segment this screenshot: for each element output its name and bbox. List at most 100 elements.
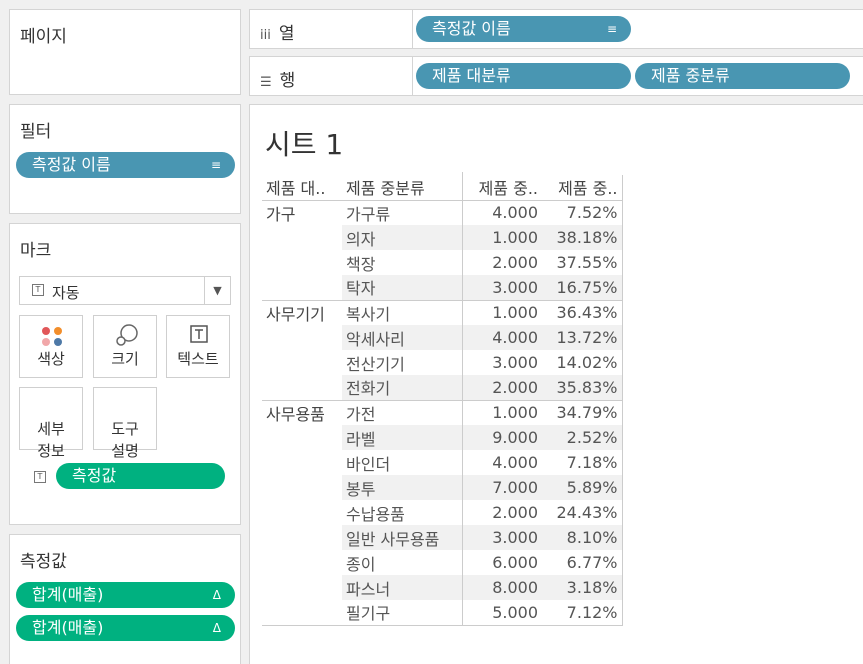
filter-pill-label: 측정값 이름	[32, 155, 111, 174]
text-encoding-icon: T	[34, 471, 46, 483]
subcategory-cell: 책장	[342, 250, 463, 275]
value-cell: 2.000	[492, 253, 538, 272]
delta-icon: Δ	[212, 621, 221, 635]
category-cell-empty	[262, 325, 342, 350]
color-button[interactable]: 색상	[19, 315, 83, 378]
sort-icon: ≡	[606, 22, 617, 36]
subcategory-cell: 라벨	[342, 425, 463, 450]
percent-cell: 37.55%	[542, 250, 623, 275]
value-cell: 2.000	[492, 503, 538, 522]
value-cell: 6.000	[492, 553, 538, 572]
column-header[interactable]: 제품 대..	[262, 175, 342, 201]
column-header[interactable]: 제품 중..	[462, 175, 542, 201]
category-cell-empty	[262, 600, 342, 626]
rows-shelf[interactable]: ☰ 행 제품 대분류 제품 중분류	[249, 56, 863, 96]
chevron-down-icon: ▼	[204, 277, 230, 304]
rows-pill-label: 제품 중분류	[651, 66, 730, 85]
table-row[interactable]: 탁자 3.000 16.75%	[262, 275, 623, 300]
value-cell: 8.000	[462, 575, 542, 600]
column-header[interactable]: 제품 중분류	[342, 175, 463, 201]
subcategory-cell: 바인더	[342, 450, 463, 475]
measure-pill-sum-sales-2[interactable]: 합계(매출) Δ	[16, 615, 235, 641]
value-cell: 1.000	[462, 399, 542, 425]
category-cell-empty	[262, 250, 342, 275]
columns-pill-label: 측정값 이름	[432, 19, 511, 38]
text-button[interactable]: 텍스트	[166, 315, 230, 378]
subcategory-cell: 의자	[342, 225, 463, 250]
table-row[interactable]: 가구 가구류 4.000 7.52%	[262, 200, 623, 225]
text-mark-icon: T	[32, 284, 44, 296]
color-button-label: 색상	[37, 350, 65, 368]
subcategory-cell: 가구류	[342, 200, 463, 225]
category-cell-empty	[262, 425, 342, 450]
columns-shelf[interactable]: iii 열 측정값 이름 ≡	[249, 9, 863, 49]
marks-pill-label: 측정값	[72, 466, 117, 485]
rows-pill-subcategory[interactable]: 제품 중분류	[635, 63, 850, 89]
marks-pill-measure-values[interactable]: 측정값	[56, 463, 225, 489]
percent-cell: 8.10%	[542, 525, 623, 550]
filter-pill-measure-names[interactable]: 측정값 이름 ≡	[16, 152, 235, 178]
pages-panel[interactable]: 페이지	[9, 9, 241, 95]
table-row[interactable]: 봉투 7.000 5.89%	[262, 475, 623, 500]
subcategory-cell: 복사기	[342, 299, 463, 325]
percent-cell: 7.18%	[542, 450, 623, 475]
tooltip-button[interactable]: 도구 설명	[93, 387, 157, 460]
color-icon	[42, 327, 62, 346]
table-row[interactable]: 일반 사무용품 3.000 8.10%	[262, 525, 623, 550]
table-row[interactable]: 사무용품 가전 1.000 34.79%	[262, 399, 623, 425]
percent-cell: 35.83%	[542, 375, 623, 400]
measure-pill-label: 합계(매출)	[32, 585, 104, 604]
subcategory-cell: 가전	[342, 399, 463, 425]
columns-icon: iii	[260, 28, 271, 43]
table-row[interactable]: 수납용품 2.000 24.43%	[262, 500, 623, 525]
measure-pill-sum-sales-1[interactable]: 합계(매출) Δ	[16, 582, 235, 608]
percent-cell: 38.18%	[542, 225, 623, 250]
table-row[interactable]: 사무기기 복사기 1.000 36.43%	[262, 299, 623, 325]
pages-title: 페이지	[20, 27, 67, 47]
value-cell: 4.000	[492, 203, 538, 223]
percent-cell: 7.12%	[542, 600, 623, 626]
detail-button[interactable]: 세부 정보	[19, 387, 83, 460]
marks-title: 마크	[20, 241, 52, 261]
columns-label: 열	[278, 24, 295, 44]
subcategory-cell: 전화기	[342, 375, 463, 400]
rows-pill-category[interactable]: 제품 대분류	[416, 63, 631, 89]
table-row[interactable]: 전화기 2.000 35.83%	[262, 375, 623, 400]
percent-cell: 16.75%	[542, 275, 623, 300]
column-header[interactable]: 제품 중..	[542, 175, 623, 201]
category-cell: 가구	[266, 204, 296, 224]
table-row[interactable]: 의자 1.000 38.18%	[262, 225, 623, 250]
table-row[interactable]: 전산기기 3.000 14.02%	[262, 350, 623, 375]
measure-pill-label: 합계(매출)	[32, 618, 104, 637]
size-button[interactable]: 크기	[93, 315, 157, 378]
table-row[interactable]: 파스너 8.000 3.18%	[262, 575, 623, 600]
percent-cell: 13.72%	[542, 325, 623, 350]
measure-values-panel[interactable]: 측정값 합계(매출) Δ 합계(매출) Δ	[9, 534, 241, 664]
percent-cell: 3.18%	[542, 575, 623, 600]
rows-pill-label: 제품 대분류	[432, 66, 511, 85]
percent-cell: 34.79%	[542, 399, 623, 425]
subcategory-cell: 필기구	[342, 600, 463, 626]
table-row[interactable]: 종이 6.000 6.77%	[262, 550, 623, 575]
subcategory-cell: 봉투	[342, 475, 463, 500]
measure-values-title: 측정값	[20, 552, 67, 572]
percent-cell: 36.43%	[542, 299, 623, 325]
columns-pill-measure-names[interactable]: 측정값 이름 ≡	[416, 16, 631, 42]
percent-cell: 2.52%	[542, 425, 623, 450]
table-row[interactable]: 악세사리 4.000 13.72%	[262, 325, 623, 350]
table-row[interactable]: 바인더 4.000 7.18%	[262, 450, 623, 475]
value-cell: 1.000	[462, 225, 542, 250]
marks-panel[interactable]: 마크 T 자동 ▼ 색상 크기 텍스트 세부 정보 도구 설명 T 측정값	[9, 223, 241, 525]
sheet-view[interactable]: 시트 1 제품 대.. 제품 중분류 제품 중.. 제품 중.. 가구 가구류 4.000 7…	[249, 104, 863, 664]
value-cell: 3.000	[462, 525, 542, 550]
subcategory-cell: 파스너	[342, 575, 463, 600]
filters-panel[interactable]: 필터 측정값 이름 ≡	[9, 104, 241, 214]
table-row[interactable]: 라벨 9.000 2.52%	[262, 425, 623, 450]
table-row[interactable]: 책장 2.000 37.55%	[262, 250, 623, 275]
tooltip-button-label: 도구 설명	[111, 420, 139, 460]
table-row[interactable]: 필기구 5.000 7.12%	[262, 600, 623, 626]
subcategory-cell: 종이	[342, 550, 463, 575]
detail-button-label: 세부 정보	[37, 420, 65, 460]
mark-type-dropdown[interactable]: T 자동 ▼	[19, 276, 231, 305]
mark-type-label: 자동	[52, 284, 80, 302]
